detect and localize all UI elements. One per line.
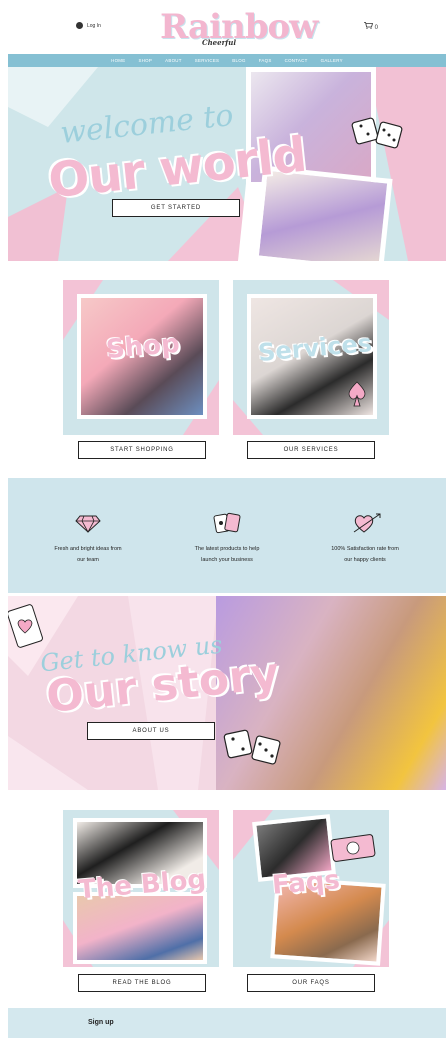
signup-title: Sign up xyxy=(88,1019,114,1026)
feature-3-line2: our happy clients xyxy=(344,557,386,563)
signup-section xyxy=(8,1008,446,1038)
nav-item-home[interactable]: HOME xyxy=(111,58,125,63)
nav-item-services[interactable]: SERVICES xyxy=(195,58,220,63)
cash-icon xyxy=(330,834,376,862)
get-started-button[interactable]: GET STARTED xyxy=(112,199,240,217)
main-nav: HOME SHOP ABOUT SERVICES BLOG FAQS CONTA… xyxy=(8,54,446,67)
shop-title: Shop xyxy=(104,328,181,366)
nav-item-blog[interactable]: BLOG xyxy=(232,58,245,63)
cart-icon xyxy=(364,22,374,29)
nav-item-contact[interactable]: CONTACT xyxy=(285,58,308,63)
diamond-icon xyxy=(75,515,101,533)
logo-text: Rainbow xyxy=(160,7,318,47)
heart-arrow-icon xyxy=(353,513,381,533)
site-logo[interactable]: Rainbow Cheerful xyxy=(160,6,318,48)
about-us-button[interactable]: ABOUT US xyxy=(87,722,215,740)
faqs-title: Faqs xyxy=(270,865,342,901)
spade-icon xyxy=(348,381,366,407)
nav-item-about[interactable]: ABOUT xyxy=(165,58,182,63)
cards-icon xyxy=(213,512,241,534)
our-services-button[interactable]: OUR SERVICES xyxy=(247,441,375,459)
read-the-blog-button[interactable]: READ THE BLOG xyxy=(78,974,206,992)
feature-1-line1: Fresh and bright ideas from xyxy=(54,546,122,552)
dice-icon xyxy=(351,117,403,149)
cart-button[interactable]: 0 xyxy=(364,22,378,31)
story-dice-icon xyxy=(223,729,281,765)
feature-2-line2: launch your business xyxy=(201,557,253,563)
our-faqs-button[interactable]: OUR FAQS xyxy=(247,974,375,992)
feature-1: Fresh and bright ideas from our team xyxy=(33,544,143,566)
feature-3: 100% Satisfaction rate from our happy cl… xyxy=(310,544,420,566)
user-icon xyxy=(76,22,83,29)
nav-item-faqs[interactable]: FAQS xyxy=(259,58,272,63)
feature-1-line2: our team xyxy=(77,557,99,563)
feature-2-line1: The latest products to help xyxy=(194,546,260,552)
cart-count: 0 xyxy=(374,25,379,31)
nav-item-shop[interactable]: SHOP xyxy=(138,58,152,63)
nav-item-gallery[interactable]: GALLERY xyxy=(321,58,343,63)
start-shopping-button[interactable]: START SHOPPING xyxy=(78,441,206,459)
login-button[interactable]: Log In xyxy=(76,22,101,29)
feature-3-line1: 100% Satisfaction rate from xyxy=(331,546,399,552)
login-label: Log In xyxy=(87,22,101,29)
feature-2: The latest products to help launch your … xyxy=(172,544,282,566)
